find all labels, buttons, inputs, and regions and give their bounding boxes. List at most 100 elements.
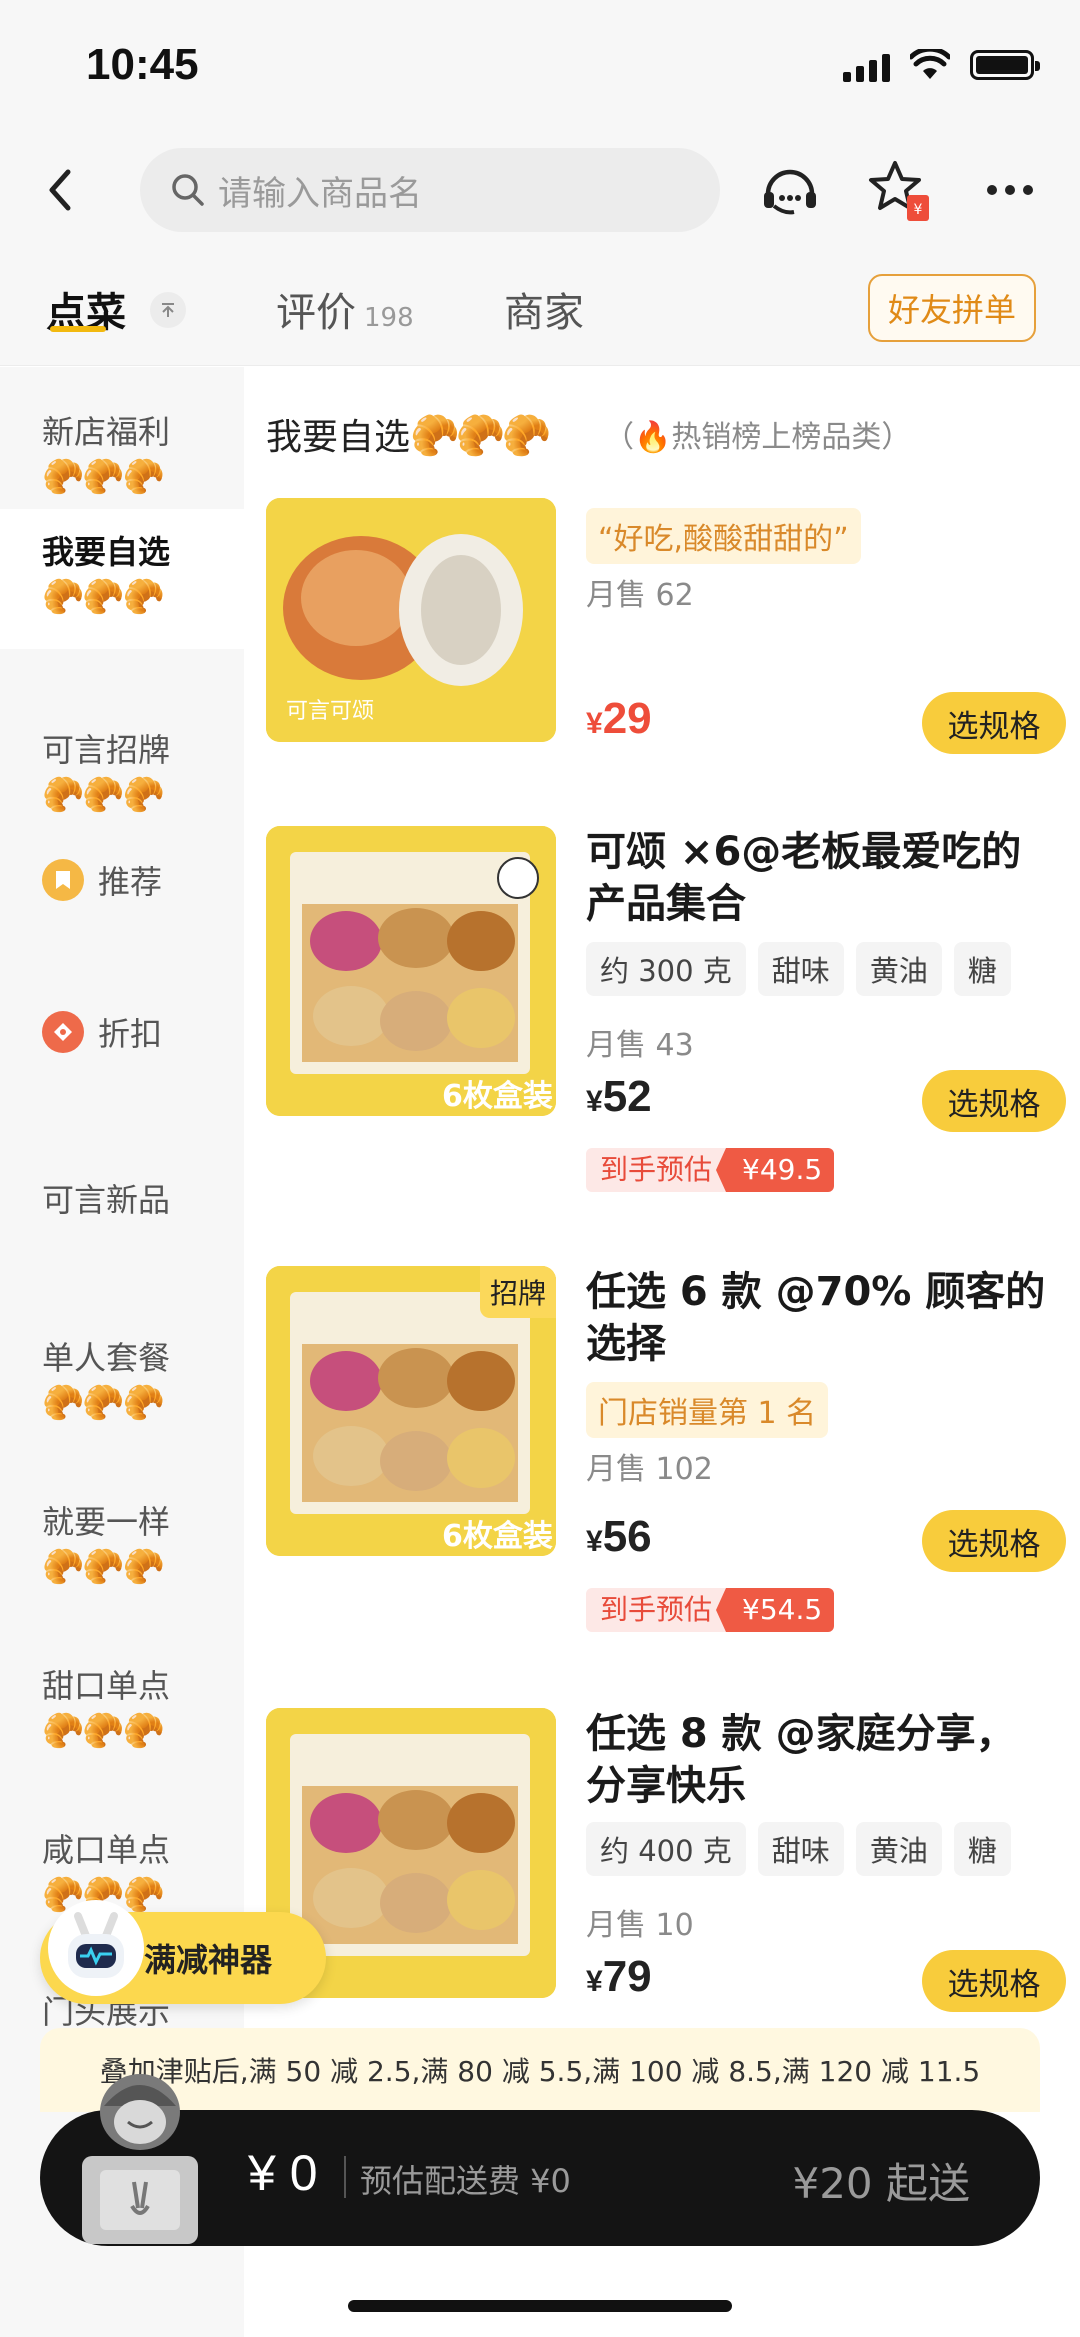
customer-service-button[interactable] <box>756 156 824 224</box>
select-spec-button[interactable]: 选规格 <box>922 1510 1066 1572</box>
croissant-icons: 🥐🥐🥐 <box>42 457 165 497</box>
section-title: 我要自选🥐🥐🥐 <box>266 408 551 460</box>
product-name: 任选 8 款 @家庭分享，分享快乐 <box>586 1711 1016 1809</box>
chevron-left-icon <box>49 169 71 211</box>
product-image[interactable]: 6枚盒装 <box>266 826 556 1116</box>
sidebar-item-self-select[interactable]: 我要自选 🥐🥐🥐 <box>0 509 244 649</box>
sidebar-item-label: 我要自选 <box>42 533 171 571</box>
product-price: ¥56 <box>586 1512 652 1561</box>
tag-taste: 甜味 <box>757 942 844 996</box>
tab-underline <box>50 326 106 332</box>
signature-badge: 招牌 <box>479 1266 556 1318</box>
discount-tag-icon <box>42 1011 84 1053</box>
product-image-text: 6枚盒装 <box>442 1519 553 1554</box>
search-input[interactable]: 请输入商品名 <box>140 148 720 232</box>
more-button[interactable] <box>976 156 1044 224</box>
select-spec-button[interactable]: 选规格 <box>922 1950 1066 2012</box>
sidebar-item-label: 单人套餐 <box>42 1339 171 1377</box>
estimated-price-label: 到手预估 <box>586 1148 727 1192</box>
product-image-text: 6枚盒装 <box>442 1079 553 1114</box>
top-navigation: 请输入商品名 ¥ <box>0 130 1080 250</box>
tab-reviews-count: 198 <box>364 303 414 333</box>
croissant-icons: 🥐🥐🥐 <box>410 413 551 459</box>
sales-rank-badge: 门店销量第 1 名 <box>586 1382 829 1438</box>
collapse-toggle[interactable] <box>150 292 186 328</box>
tag-weight: 约 400 克 <box>586 1822 746 1876</box>
estimated-price: 到手预估 ¥49.5 <box>586 1148 835 1192</box>
courier-mascot-icon[interactable] <box>46 2060 226 2260</box>
tag-weight: 约 300 克 <box>586 942 746 996</box>
wifi-icon <box>910 49 950 79</box>
product-image[interactable]: 6枚盒装 招牌 <box>266 1266 556 1556</box>
tag-taste: 甜味 <box>757 1822 844 1876</box>
estimated-price-label: 到手预估 <box>586 1588 727 1632</box>
product-price: ¥29 <box>586 694 652 743</box>
star-icon: ¥ <box>869 161 929 221</box>
croissant-icons: 🥐🥐🥐 <box>42 1711 165 1751</box>
sidebar-item-label: 就要一样 <box>42 1503 171 1541</box>
sidebar-item-label: 新店福利 <box>42 413 171 451</box>
sidebar-item-discount[interactable]: 折扣 <box>0 1009 244 1055</box>
estimated-price-value: ¥54.5 <box>715 1588 835 1632</box>
back-button[interactable] <box>30 160 90 220</box>
product-card[interactable]: 6枚盒装 招牌 任选 6 款 @70% 顾客的选择 门店销量第 1 名 月售 1… <box>266 1266 1066 1646</box>
estimated-price-value: ¥49.5 <box>715 1148 835 1192</box>
status-bar: 10:45 <box>0 0 1080 130</box>
croissant-icons: 🥐🥐🥐 <box>42 1383 165 1423</box>
minimum-order: ¥20 起送 <box>792 2159 970 2208</box>
tag-butter: 黄油 <box>855 1822 942 1876</box>
tab-merchant[interactable]: 商家 <box>504 280 584 338</box>
select-spec-button[interactable]: 选规格 <box>922 692 1066 754</box>
bookmark-icon <box>42 859 84 901</box>
search-icon <box>172 174 204 206</box>
battery-icon <box>970 50 1040 80</box>
sidebar-item-label: 咸口单点 <box>42 1831 171 1869</box>
customer-service-icon <box>764 169 816 215</box>
product-card[interactable]: 6枚盒装 可颂 ×6@老板最爱吃的产品集合 约 300 克 甜味 黄油 糖 月售… <box>266 826 1066 1206</box>
favorite-button[interactable]: ¥ <box>866 156 934 224</box>
tab-reviews-label: 评价 <box>276 290 356 336</box>
monthly-sales: 月售 102 <box>586 1452 713 1487</box>
section-title-label: 我要自选 <box>266 417 411 458</box>
product-name: 任选 6 款 @70% 顾客的选择 <box>586 1269 1046 1367</box>
sidebar-item-sweet[interactable]: 甜口单点 🥐🥐🥐 <box>0 1661 244 1751</box>
sidebar-item-label: 可言新品 <box>42 1181 171 1219</box>
collapse-up-icon <box>162 303 174 317</box>
product-price: ¥52 <box>586 1072 652 1121</box>
sidebar-item-new-products[interactable]: 可言新品 <box>0 1175 244 1221</box>
section-note: （🔥热销榜上榜品类） <box>604 420 912 455</box>
tag-sugar: 糖 <box>953 1822 1011 1876</box>
product-image[interactable]: 可言可颂 <box>266 498 556 742</box>
sidebar-item-label: 甜口单点 <box>42 1667 171 1705</box>
sidebar-item-single-combo[interactable]: 单人套餐 🥐🥐🥐 <box>0 1333 244 1423</box>
sidebar-item-label: 折扣 <box>98 1015 163 1053</box>
cart-total: ¥ 0 <box>248 2145 318 2201</box>
review-quote: “好吃,酸酸甜甜的” <box>586 508 861 564</box>
product-card[interactable]: 可言可颂 “好吃,酸酸甜甜的” 月售 62 ¥29 选规格 <box>266 498 1066 758</box>
tab-reviews[interactable]: 评价 198 <box>276 280 414 338</box>
home-indicator[interactable] <box>348 2300 732 2312</box>
sidebar-item-just-one[interactable]: 就要一样 🥐🥐🥐 <box>0 1497 244 1587</box>
monthly-sales: 月售 10 <box>586 1908 694 1943</box>
sidebar-item-label: 推荐 <box>98 863 163 901</box>
product-card[interactable]: 任选 8 款 @家庭分享，分享快乐 约 400 克 甜味 黄油 糖 月售 10 … <box>266 1708 1066 2028</box>
robot-mascot-icon <box>48 1900 144 1996</box>
more-dots-icon <box>987 185 1033 195</box>
sidebar-item-label: 可言招牌 <box>42 731 171 769</box>
product-tags: 约 300 克 甜味 黄油 糖 <box>586 942 1011 996</box>
monthly-sales: 月售 43 <box>586 1028 694 1063</box>
croissant-icons: 🥐🥐🥐 <box>42 577 165 617</box>
sidebar-item-recommend[interactable]: 推荐 <box>0 857 244 903</box>
product-price: ¥79 <box>586 1952 652 2001</box>
sidebar-item-savory[interactable]: 咸口单点 🥐🥐🥐 <box>0 1825 244 1915</box>
sidebar-item-signature[interactable]: 可言招牌 🥐🥐🥐 <box>0 725 244 845</box>
tab-bar: 点菜 评价 198 商家 好友拼单 <box>0 250 1080 366</box>
cart-divider <box>344 2156 346 2198</box>
discount-helper-button[interactable]: 满减神器 <box>40 1900 326 2004</box>
cellular-signal-icon <box>843 48 890 82</box>
product-tags: 约 400 克 甜味 黄油 糖 <box>586 1822 1011 1876</box>
delivery-fee: 预估配送费 ¥0 <box>360 2162 571 2200</box>
friends-group-order-button[interactable]: 好友拼单 <box>868 274 1036 342</box>
select-spec-button[interactable]: 选规格 <box>922 1070 1066 1132</box>
estimated-price: 到手预估 ¥54.5 <box>586 1588 835 1632</box>
